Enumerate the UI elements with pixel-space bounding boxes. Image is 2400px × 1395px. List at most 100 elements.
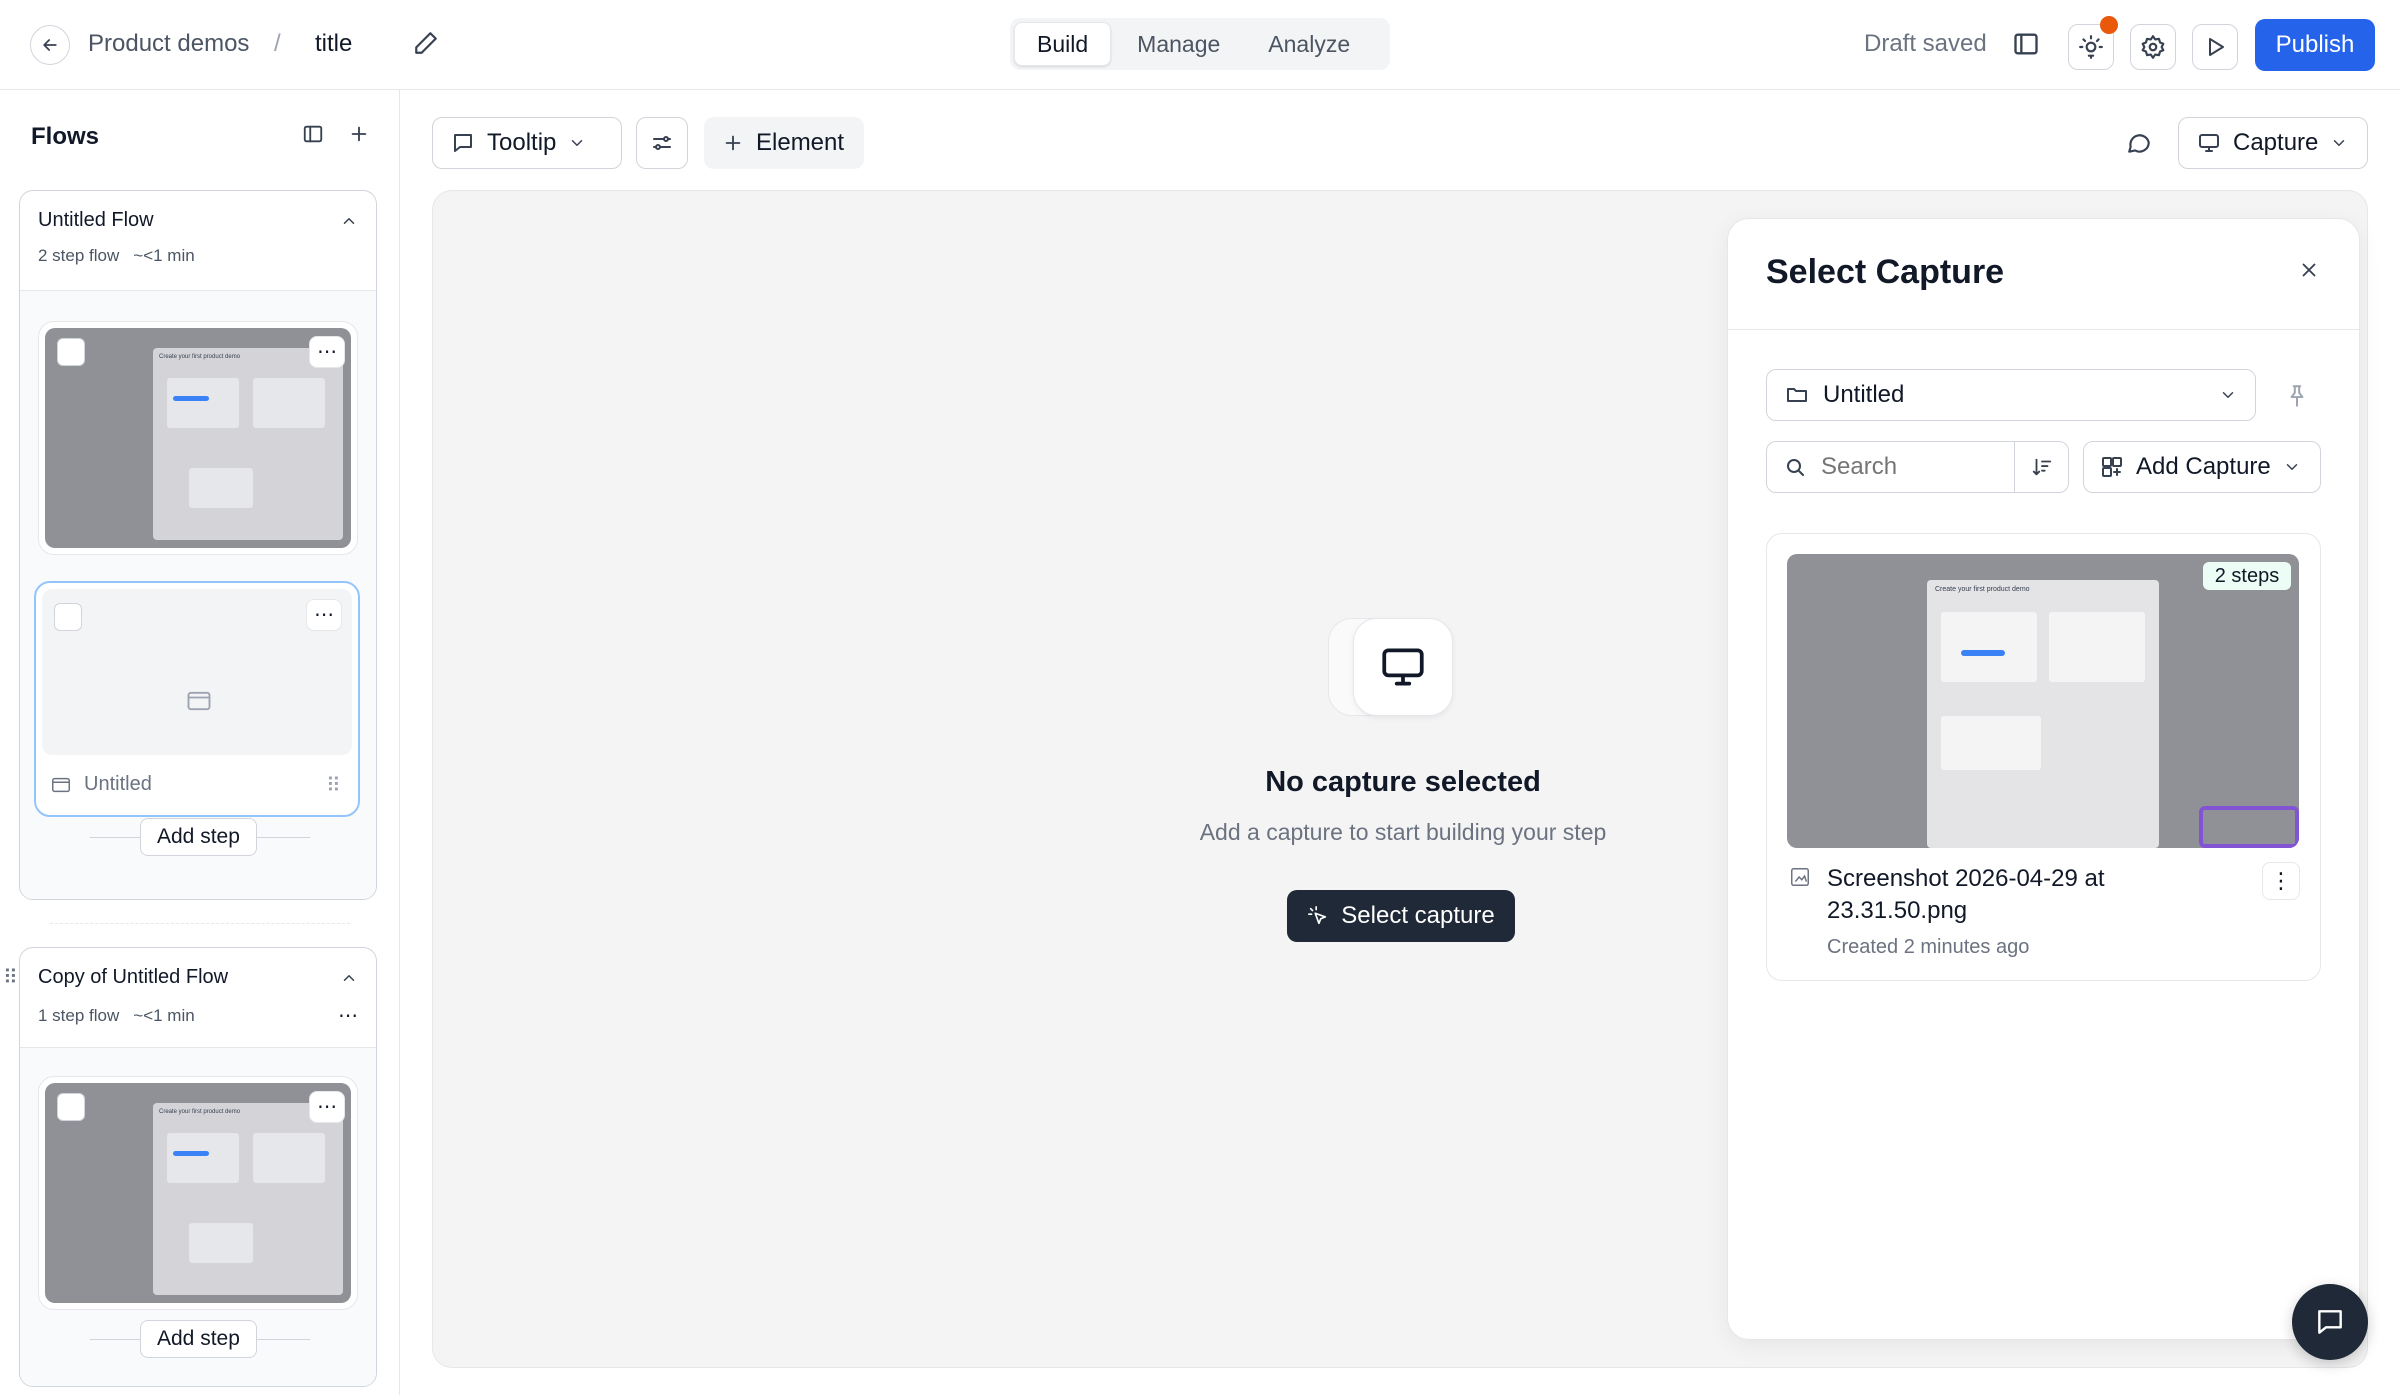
pencil-icon <box>415 32 437 54</box>
flow-card[interactable]: Copy of Untitled Flow 1 step flow ~<1 mi… <box>19 947 377 1387</box>
step-more-button[interactable]: ⋯ <box>309 336 345 368</box>
tab-build[interactable]: Build <box>1014 22 1112 66</box>
capture-card[interactable]: Create your first product demo 2 steps S… <box>1766 533 2321 981</box>
collapse-sidebar-button[interactable] <box>302 123 324 145</box>
step-card-selected[interactable]: ⋯ Untitled ⠿ <box>34 581 360 817</box>
add-step-button[interactable]: Add step <box>140 818 257 856</box>
save-status: Draft saved <box>1864 30 1987 57</box>
thumbnail-option <box>1941 716 2041 770</box>
flow-card[interactable]: Untitled Flow 2 step flow ~<1 min Create… <box>19 190 377 900</box>
pin-icon <box>2290 385 2304 407</box>
step-card[interactable]: Create your first product demo ⋯ <box>38 321 358 555</box>
comment-icon <box>2128 134 2150 153</box>
flow-step-count: 2 step flow <box>38 246 120 265</box>
capture-thumbnail: Create your first product demo 2 steps <box>1787 554 2299 848</box>
tab-manage[interactable]: Manage <box>1115 22 1242 66</box>
add-capture-label: Add Capture <box>2136 453 2271 480</box>
flow-steps: Create your first product demo ⋯ ⋯ Untit… <box>20 291 376 899</box>
add-capture-dropdown[interactable]: Add Capture <box>2083 441 2321 493</box>
add-step-button[interactable]: Add step <box>140 1320 257 1358</box>
folder-icon <box>1787 388 1807 402</box>
thumbnail-option <box>253 378 325 428</box>
panel-left-icon <box>303 125 323 143</box>
step-label: Untitled <box>84 773 152 795</box>
sliders-icon <box>653 136 671 150</box>
chevron-up-icon[interactable] <box>340 969 358 987</box>
step-select-checkbox[interactable] <box>57 338 85 366</box>
gear-icon <box>2141 35 2165 59</box>
search-icon <box>1787 459 1804 476</box>
monitor-icon <box>2199 134 2219 152</box>
flows-sidebar: Flows Untitled Flow 2 step flow ~<1 min … <box>0 90 400 1395</box>
publish-button[interactable]: Publish <box>2255 19 2375 71</box>
panel-divider <box>1728 329 2359 330</box>
flow-more-icon[interactable]: ⋯ <box>338 1003 358 1028</box>
flow-header[interactable]: Untitled Flow 2 step flow ~<1 min <box>20 191 376 291</box>
steps-badge: 2 steps <box>2203 562 2291 590</box>
breadcrumb-separator: / <box>274 30 281 57</box>
adjust-settings-button[interactable] <box>636 117 688 169</box>
flow-step-count: 1 step flow <box>38 1005 120 1025</box>
tooltip-type-label: Tooltip <box>487 129 557 156</box>
close-panel-button[interactable] <box>2298 259 2320 281</box>
step-select-checkbox[interactable] <box>54 603 82 631</box>
flow-duration: ~<1 min <box>133 246 195 265</box>
capture-name-line: Screenshot 2026-04-29 at <box>1827 865 2105 892</box>
top-bar: Product demos / title Build Manage Analy… <box>0 0 2400 90</box>
capture-dropdown[interactable]: Capture <box>2178 117 2368 169</box>
capture-name: Screenshot 2026-04-29 at 23.31.50.png <box>1827 863 2105 927</box>
panel-title: Select Capture <box>1766 253 2005 291</box>
image-icon <box>1791 868 1809 886</box>
add-element-button[interactable]: Element <box>704 117 864 169</box>
folder-select[interactable]: Untitled <box>1766 369 2256 421</box>
monitor-icon <box>1382 648 1424 686</box>
flow-header[interactable]: Copy of Untitled Flow 1 step flow ~<1 mi… <box>20 948 376 1048</box>
empty-state-card <box>1353 618 1453 716</box>
flow-steps: Create your first product demo ⋯ Add ste… <box>20 1048 376 1386</box>
step-select-checkbox[interactable] <box>57 1093 85 1121</box>
add-flow-button[interactable] <box>348 123 370 145</box>
drag-handle-icon[interactable]: ⠿ <box>326 773 341 798</box>
back-button[interactable] <box>30 25 70 65</box>
thumbnail-option <box>167 1133 239 1183</box>
edit-title-button[interactable] <box>413 30 439 56</box>
sort-button[interactable] <box>2014 442 2068 492</box>
search-input[interactable] <box>1821 453 2001 481</box>
pin-button[interactable] <box>2284 383 2310 409</box>
preview-button[interactable] <box>2192 24 2238 70</box>
tab-analyze[interactable]: Analyze <box>1246 22 1372 66</box>
breadcrumb-parent[interactable]: Product demos <box>88 30 249 58</box>
flow-name: Copy of Untitled Flow <box>38 966 229 988</box>
view-tabs: Build Manage Analyze <box>1010 18 1390 70</box>
flow-duration: ~<1 min <box>133 1005 195 1025</box>
capture-more-button[interactable]: ⋮ <box>2262 862 2300 900</box>
thumbnail-accent <box>1961 650 2005 656</box>
capture-name-line: 23.31.50.png <box>1827 897 1968 924</box>
thumbnail-dialog: Create your first product demo <box>153 1103 343 1295</box>
select-capture-label: Select capture <box>1341 902 1495 929</box>
comments-button[interactable] <box>2126 130 2152 156</box>
chat-launcher-button[interactable] <box>2292 1284 2368 1360</box>
browser-window-icon <box>187 691 211 711</box>
select-capture-panel: Select Capture Untitled Add Capture Crea… <box>1727 218 2360 1340</box>
thumbnail-dialog: Create your first product demo <box>153 348 343 540</box>
tooltip-type-dropdown[interactable]: Tooltip <box>432 117 622 169</box>
chevron-down-icon <box>2334 140 2345 146</box>
thumbnail-highlight <box>2199 806 2299 848</box>
select-capture-button[interactable]: Select capture <box>1287 890 1515 942</box>
step-thumbnail: Create your first product demo <box>45 328 351 548</box>
sidebar-toggle-button[interactable] <box>2012 30 2040 58</box>
flow-separator <box>50 923 350 924</box>
chevron-down-icon <box>2222 392 2234 398</box>
thumbnail-option <box>2049 612 2145 682</box>
lightbulb-icon <box>2079 35 2103 59</box>
settings-button[interactable] <box>2130 24 2176 70</box>
step-more-button[interactable]: ⋯ <box>306 599 342 631</box>
plus-icon <box>351 126 367 142</box>
page-title[interactable]: title <box>315 30 352 58</box>
step-card[interactable]: Create your first product demo ⋯ <box>38 1076 358 1310</box>
step-more-button[interactable]: ⋯ <box>309 1091 345 1123</box>
drag-handle-icon[interactable]: ⠿ <box>3 965 18 990</box>
sort-icon <box>2032 458 2051 476</box>
chevron-up-icon[interactable] <box>340 212 358 230</box>
